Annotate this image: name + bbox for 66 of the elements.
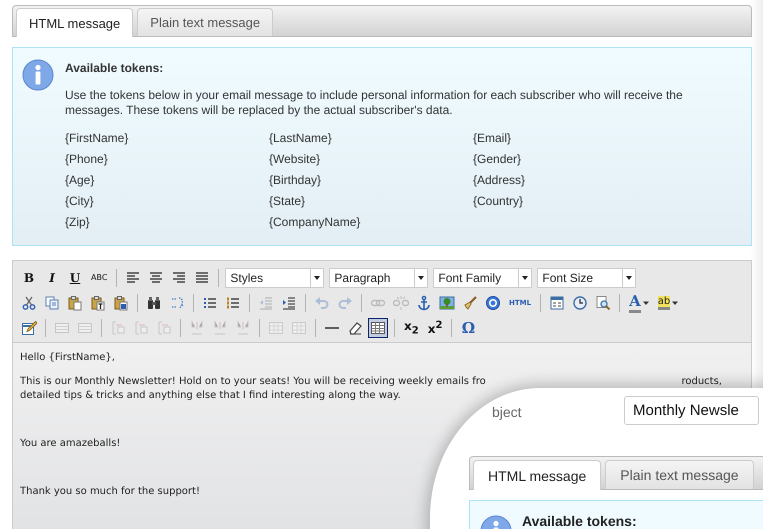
paragraph-select[interactable]: Paragraph — [329, 268, 428, 288]
bold-button[interactable]: B — [19, 268, 39, 288]
token: {Age} — [65, 173, 96, 189]
align-right-icon[interactable] — [171, 270, 188, 286]
document-pencil-icon[interactable] — [21, 320, 37, 336]
token: {Address} — [473, 173, 526, 189]
subject-label: bject — [492, 404, 522, 420]
token: {Website} — [269, 152, 322, 168]
token: {FirstName} — [65, 131, 130, 147]
info-title: Available tokens: — [65, 61, 164, 75]
align-center-icon[interactable] — [148, 270, 164, 286]
editor-text: detailed tips & tricks and anything else that I find interesting along the way. — [20, 389, 401, 403]
dotted-arrow-icon[interactable] — [169, 294, 185, 310]
editor-text: You are amazeballs! — [20, 437, 120, 451]
tab[interactable]: HTML message — [16, 8, 134, 37]
numbered-list-icon[interactable] — [225, 294, 241, 310]
document-magnifier-icon[interactable] — [595, 294, 612, 310]
editor-text: roducts, — [681, 375, 722, 389]
subscript-button[interactable]: x$_{2}$ — [401, 318, 422, 338]
underline-button[interactable]: U — [65, 268, 85, 288]
tab[interactable]: Plain text message — [137, 8, 274, 36]
clipboard-text-icon[interactable] — [90, 294, 106, 310]
info-icon — [22, 59, 54, 91]
token: {LastName} — [269, 131, 333, 147]
clipboard-icon[interactable] — [67, 294, 83, 310]
tree-picture-icon[interactable] — [439, 294, 455, 310]
tab[interactable]: HTML message — [473, 460, 602, 490]
font-family-select[interactable]: Font Family — [433, 268, 532, 288]
subject-field[interactable]: Monthly Newsle — [624, 396, 759, 425]
font-size-select[interactable]: Font Size — [537, 268, 636, 288]
indent-icon[interactable] — [281, 294, 297, 310]
token: {CompanyName} — [269, 215, 362, 231]
anchor-icon[interactable] — [416, 294, 432, 310]
highlight-color-button[interactable]: ab — [654, 292, 682, 312]
token: {City} — [65, 194, 95, 210]
align-justify-icon[interactable] — [194, 270, 210, 286]
token: {Country} — [473, 194, 524, 210]
scissors-icon[interactable] — [21, 294, 37, 310]
special-character-button[interactable]: Ω — [458, 318, 478, 338]
strikethrough-button[interactable]: ABC — [88, 268, 110, 288]
token: {Email} — [473, 131, 512, 147]
clock-icon[interactable] — [572, 294, 588, 310]
token: {Zip} — [65, 215, 91, 231]
superscript-button[interactable]: x$^{2}$ — [424, 318, 446, 338]
brush-icon[interactable] — [462, 294, 478, 310]
token: {State} — [269, 194, 306, 210]
token: {Phone} — [65, 152, 109, 168]
binoculars-icon[interactable] — [146, 294, 162, 310]
info-text: Use the tokens below in your email message to include personal information for each subscriber who will receive the messages. These tokens will be replaced by the actual subscriber's data. — [65, 88, 684, 118]
info-title: Available tokens: — [522, 513, 637, 529]
editor-text: Hello {FirstName}, — [20, 351, 115, 365]
token: {Birthday} — [269, 173, 322, 189]
text-color-button[interactable]: A — [626, 292, 652, 312]
italic-button[interactable]: I — [42, 268, 62, 288]
editor-text: This is our Monthly Newsletter! Hold on to your seats! You will be receiving weekly emails fro — [20, 375, 486, 389]
calendar-icon[interactable] — [549, 294, 566, 310]
eraser-icon[interactable] — [347, 320, 363, 336]
tab[interactable]: Plain text message — [605, 460, 754, 489]
copy-icon[interactable] — [44, 294, 60, 310]
caret-icon — [642, 300, 649, 306]
styles-select[interactable]: Styles — [225, 268, 324, 288]
caret-icon — [672, 300, 678, 306]
editor-text: Thank you so much for the support! — [20, 485, 200, 499]
clipboard-document-icon[interactable] — [113, 294, 129, 310]
token: {Gender} — [473, 152, 522, 168]
align-left-icon[interactable] — [125, 270, 142, 286]
